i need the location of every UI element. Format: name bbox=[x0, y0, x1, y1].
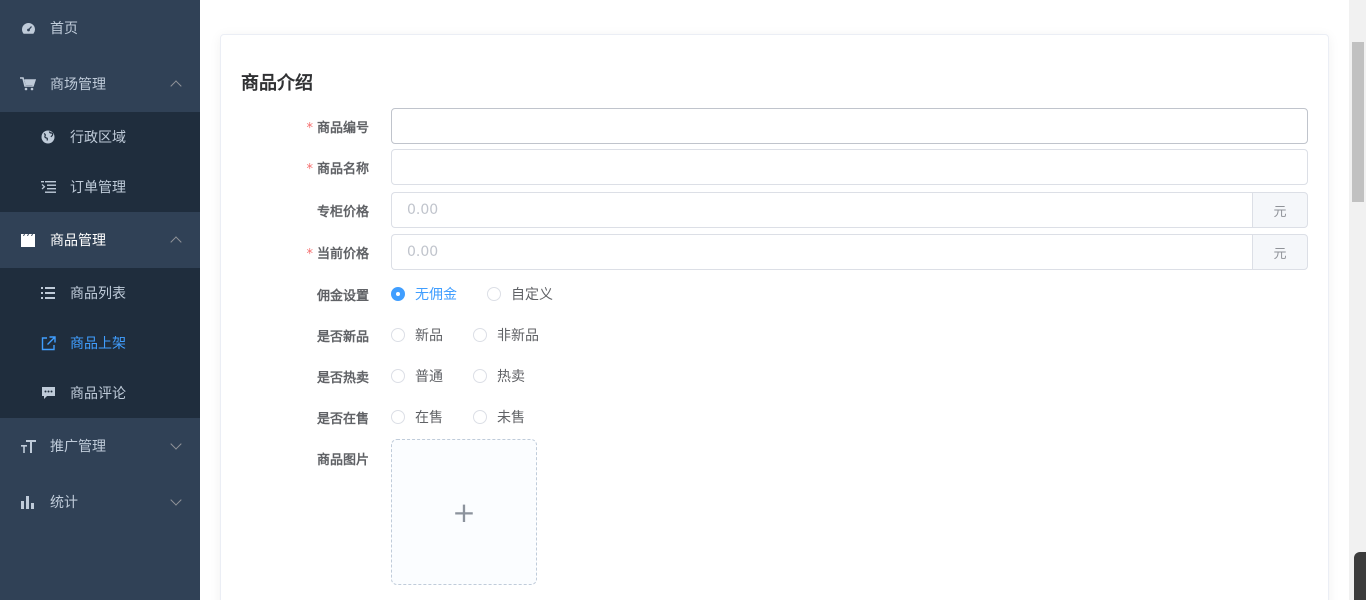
cart-icon bbox=[20, 76, 36, 92]
picture-uploader[interactable]: + bbox=[391, 439, 537, 585]
field-label: * 商品编号 bbox=[306, 120, 369, 136]
form-row-on-sale: 是否在售 在售 未售 bbox=[221, 399, 1330, 435]
counter-price-input[interactable] bbox=[391, 192, 1252, 228]
radio-circle[interactable] bbox=[391, 410, 405, 424]
goods-intro-card: 商品介绍 *商品编号 *商品名称 专柜价格 元 *当前价格 元 佣金设置 无佣金… bbox=[220, 34, 1329, 600]
dashboard-icon bbox=[20, 20, 36, 36]
text-size-icon bbox=[20, 438, 36, 454]
radio-circle[interactable] bbox=[473, 410, 487, 424]
sidebar-item-goods-create[interactable]: 商品上架 bbox=[0, 318, 200, 368]
radio-circle[interactable] bbox=[473, 328, 487, 342]
retail-price-group: 元 bbox=[391, 234, 1308, 270]
sidebar: 首页 商场管理 行政区域 订单管理 商品管理 商品列表 商品上架 商品评论 推广… bbox=[0, 0, 200, 600]
external-link-icon bbox=[40, 335, 56, 351]
form-row-retail-price: *当前价格 元 bbox=[221, 234, 1330, 270]
sidebar-item-label: 商品列表 bbox=[70, 286, 126, 302]
form-row-counter-price: 专柜价格 元 bbox=[221, 192, 1330, 228]
card-title: 商品介绍 bbox=[241, 73, 313, 94]
sidebar-item-mall[interactable]: 商场管理 bbox=[0, 56, 200, 112]
radio-circle[interactable] bbox=[487, 287, 501, 301]
is-new-radio-group: 新品 非新品 bbox=[391, 325, 569, 345]
sidebar-item-home[interactable]: 首页 bbox=[0, 0, 200, 56]
field-label: 是否热卖 bbox=[316, 370, 369, 386]
sidebar-item-goods-list[interactable]: 商品列表 bbox=[0, 268, 200, 318]
sidebar-item-region[interactable]: 行政区域 bbox=[0, 112, 200, 162]
sidebar-item-label: 首页 bbox=[50, 21, 78, 37]
radio-custom-commission[interactable]: 自定义 bbox=[487, 284, 553, 304]
radio-normal[interactable]: 普通 bbox=[391, 366, 443, 386]
required-mark: * bbox=[306, 120, 313, 136]
plus-icon: + bbox=[452, 495, 476, 529]
field-label: 是否在售 bbox=[316, 411, 369, 427]
chevron-up-icon bbox=[170, 236, 182, 248]
sidebar-item-label: 统计 bbox=[50, 495, 78, 511]
radio-not-on-sale[interactable]: 未售 bbox=[473, 407, 525, 427]
radio-new[interactable]: 新品 bbox=[391, 325, 443, 345]
required-mark: * bbox=[306, 161, 313, 177]
form-row-is-new: 是否新品 新品 非新品 bbox=[221, 317, 1330, 353]
radio-on-sale[interactable]: 在售 bbox=[391, 407, 443, 427]
counter-price-group: 元 bbox=[391, 192, 1308, 228]
sidebar-item-orders[interactable]: 订单管理 bbox=[0, 162, 200, 212]
field-label: * 商品名称 bbox=[306, 161, 369, 177]
radio-no-commission[interactable]: 无佣金 bbox=[391, 284, 457, 304]
radio-circle[interactable] bbox=[473, 369, 487, 383]
list-icon bbox=[40, 285, 56, 301]
commission-radio-group: 无佣金 自定义 bbox=[391, 284, 583, 304]
radio-circle[interactable] bbox=[391, 369, 405, 383]
radio-not-new[interactable]: 非新品 bbox=[473, 325, 539, 345]
comment-icon bbox=[40, 385, 56, 401]
is-hot-radio-group: 普通 热卖 bbox=[391, 366, 555, 386]
page-scrollbar[interactable] bbox=[1349, 0, 1366, 600]
chevron-up-icon bbox=[170, 80, 182, 92]
globe-icon bbox=[40, 129, 56, 145]
submenu-mall: 行政区域 订单管理 bbox=[0, 112, 200, 212]
currency-unit: 元 bbox=[1252, 192, 1308, 228]
form-row-commission: 佣金设置 无佣金 自定义 bbox=[221, 276, 1330, 312]
field-label: 商品图片 bbox=[316, 452, 369, 468]
radio-hot[interactable]: 热卖 bbox=[473, 366, 525, 386]
field-label: 是否新品 bbox=[316, 329, 369, 345]
scrollbar-corner bbox=[1354, 552, 1366, 600]
sidebar-item-label: 订单管理 bbox=[70, 180, 126, 196]
chevron-down-icon bbox=[170, 438, 182, 450]
submenu-goods: 商品列表 商品上架 商品评论 bbox=[0, 268, 200, 418]
clapper-icon bbox=[20, 232, 36, 248]
sidebar-item-label: 行政区域 bbox=[70, 130, 126, 146]
sidebar-item-promotion[interactable]: 推广管理 bbox=[0, 418, 200, 474]
field-label: * 当前价格 bbox=[306, 246, 369, 262]
on-sale-radio-group: 在售 未售 bbox=[391, 407, 555, 427]
sidebar-item-goods-comment[interactable]: 商品评论 bbox=[0, 368, 200, 418]
retail-price-input[interactable] bbox=[391, 234, 1252, 270]
sidebar-item-stat[interactable]: 统计 bbox=[0, 474, 200, 530]
goods-name-input[interactable] bbox=[391, 149, 1308, 185]
sidebar-item-label: 推广管理 bbox=[50, 439, 106, 455]
sidebar-item-label: 商场管理 bbox=[50, 77, 106, 93]
goods-sn-input[interactable] bbox=[391, 108, 1308, 144]
chevron-down-icon bbox=[170, 494, 182, 506]
form-row-goods-name: * 商品名称 bbox=[221, 149, 1330, 185]
sidebar-item-goods[interactable]: 商品管理 bbox=[0, 212, 200, 268]
list-indent-icon bbox=[40, 179, 56, 195]
form-row-goods-sn: * 商品编号 bbox=[221, 108, 1330, 144]
form-row-is-hot: 是否热卖 普通 热卖 bbox=[221, 358, 1330, 394]
field-label: 专柜价格 bbox=[316, 204, 369, 220]
currency-unit: 元 bbox=[1252, 234, 1308, 270]
sidebar-item-label: 商品上架 bbox=[70, 336, 126, 352]
bar-chart-icon bbox=[20, 494, 36, 510]
radio-circle[interactable] bbox=[391, 328, 405, 342]
sidebar-item-label: 商品管理 bbox=[50, 233, 106, 249]
form-row-picture: 商品图片 bbox=[221, 440, 1330, 476]
scrollbar-thumb[interactable] bbox=[1352, 42, 1364, 202]
sidebar-item-label: 商品评论 bbox=[70, 386, 126, 402]
required-mark: * bbox=[306, 246, 313, 262]
radio-circle[interactable] bbox=[391, 287, 405, 301]
field-label: 佣金设置 bbox=[316, 288, 369, 304]
